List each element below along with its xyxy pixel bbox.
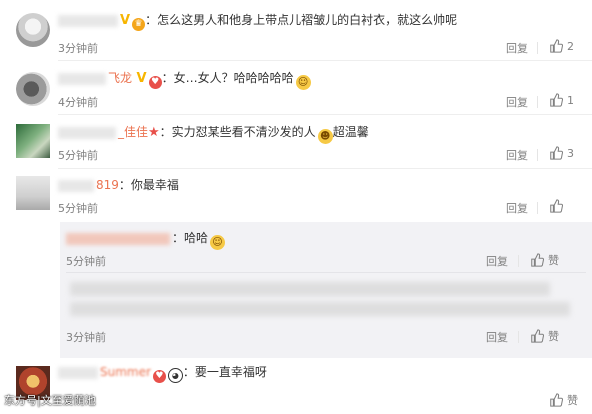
username[interactable]: 819 bbox=[96, 178, 119, 192]
separator bbox=[58, 168, 592, 169]
separator bbox=[58, 60, 592, 61]
comment-line: 飞龙 V ♥ ：女…女人？哈哈哈哈哈 ☺ bbox=[58, 70, 311, 90]
avatar[interactable] bbox=[16, 176, 50, 210]
star-badge-icon: ★ bbox=[148, 125, 160, 140]
timestamp: 4分钟前 bbox=[58, 96, 98, 109]
fan-badge-icon: ♥ bbox=[148, 76, 162, 89]
like-button[interactable]: 3 bbox=[549, 146, 574, 160]
separator bbox=[58, 114, 592, 115]
divider bbox=[537, 202, 538, 214]
avatar[interactable] bbox=[16, 72, 50, 106]
thumbs-up-icon bbox=[531, 253, 544, 267]
like-count: 1 bbox=[567, 94, 574, 107]
blurred-reply-line-2 bbox=[70, 302, 570, 316]
smile-emoji-icon: ☻ bbox=[317, 129, 333, 144]
reply-button[interactable]: 回复 bbox=[486, 329, 508, 345]
avatar[interactable] bbox=[16, 124, 50, 158]
like-button[interactable]: 1 bbox=[549, 93, 574, 107]
comment-line: 819：你最幸福 bbox=[58, 177, 179, 193]
username-blurred[interactable] bbox=[66, 232, 170, 245]
comment-text: ：女…女人？哈哈哈哈哈 bbox=[161, 71, 294, 85]
username-blurred[interactable] bbox=[58, 126, 116, 139]
like-count: 2 bbox=[567, 40, 574, 53]
username[interactable]: _佳佳 bbox=[118, 125, 148, 139]
divider bbox=[518, 255, 519, 267]
timestamp: 5分钟前 bbox=[66, 255, 106, 268]
reply-button[interactable]: 回复 bbox=[506, 200, 528, 216]
comment-line: Summer ♥ ◕ ：要一直幸福呀 bbox=[58, 364, 267, 383]
like-button[interactable]: 赞 bbox=[530, 328, 559, 344]
username-blurred[interactable] bbox=[58, 366, 98, 379]
sub-replies-panel: ：哈哈 ☺ 5分钟前 回复 赞 3分钟前 回复 赞 bbox=[60, 222, 592, 358]
comment-text-suffix: 超温馨 bbox=[332, 125, 369, 139]
comment-line: V ♛ ：怎么这男人和他身上带点儿褶皱儿的白衬衣，就这么帅呢 bbox=[58, 12, 457, 31]
username[interactable]: 飞龙 bbox=[108, 71, 132, 85]
divider bbox=[537, 96, 538, 108]
thumbs-up-icon bbox=[550, 146, 563, 160]
sub-reply-line: ：哈哈 ☺ bbox=[66, 230, 226, 250]
comment-text: ：怎么这男人和他身上带点儿褶皱儿的白衬衣，就这么帅呢 bbox=[145, 13, 458, 27]
comment-text: ：你最幸福 bbox=[118, 178, 179, 192]
like-label: 赞 bbox=[567, 394, 578, 407]
thumbs-up-icon bbox=[550, 393, 563, 407]
timestamp: 3分钟前 bbox=[58, 42, 98, 55]
separator bbox=[66, 272, 586, 273]
comment-line: _佳佳★：实力怼某些看不清沙发的人 ☻ 超温馨 bbox=[58, 124, 369, 144]
sub-reply-text: ：哈哈 bbox=[172, 231, 209, 245]
username-blurred[interactable] bbox=[58, 14, 118, 27]
like-count: 3 bbox=[567, 147, 574, 160]
divider bbox=[537, 149, 538, 161]
avatar[interactable] bbox=[16, 13, 50, 47]
crown-badge-icon: ♛ bbox=[132, 18, 146, 31]
laughing-emoji-icon: ☺ bbox=[295, 75, 311, 90]
thumbs-up-icon bbox=[550, 39, 563, 53]
fan-badge-icon: ♥ bbox=[152, 370, 166, 383]
timestamp: 5分钟前 bbox=[58, 202, 98, 215]
thumbs-up-icon bbox=[550, 93, 563, 107]
like-button[interactable]: 赞 bbox=[549, 392, 578, 408]
like-button[interactable]: 赞 bbox=[530, 252, 559, 268]
like-button[interactable] bbox=[549, 199, 567, 213]
vip-icon: V bbox=[120, 13, 131, 28]
like-label: 赞 bbox=[548, 254, 559, 267]
watermark: 东方号|文至爱荫池 bbox=[4, 394, 96, 407]
reply-button[interactable]: 回复 bbox=[506, 94, 528, 110]
timestamp: 3分钟前 bbox=[66, 331, 106, 344]
reply-button[interactable]: 回复 bbox=[486, 253, 508, 269]
comment-text: ：实力怼某些看不清沙发的人 bbox=[159, 125, 316, 139]
thumbs-up-icon bbox=[550, 199, 563, 213]
like-label: 赞 bbox=[548, 330, 559, 343]
panda-badge-icon: ◕ bbox=[167, 368, 183, 383]
reply-button[interactable]: 回复 bbox=[506, 147, 528, 163]
username[interactable]: Summer bbox=[100, 365, 151, 379]
username-blurred[interactable] bbox=[58, 72, 106, 85]
username-blurred[interactable] bbox=[58, 179, 94, 192]
timestamp: 5分钟前 bbox=[58, 149, 98, 162]
blurred-reply-line-1 bbox=[70, 282, 550, 296]
vip-icon: V bbox=[132, 71, 147, 86]
reply-button[interactable]: 回复 bbox=[506, 40, 528, 56]
thumbs-up-icon bbox=[531, 329, 544, 343]
comment-text: ：要一直幸福呀 bbox=[182, 365, 267, 379]
grin-emoji-icon: ☺ bbox=[210, 235, 226, 250]
divider bbox=[518, 331, 519, 343]
divider bbox=[537, 42, 538, 54]
like-button[interactable]: 2 bbox=[549, 39, 574, 53]
